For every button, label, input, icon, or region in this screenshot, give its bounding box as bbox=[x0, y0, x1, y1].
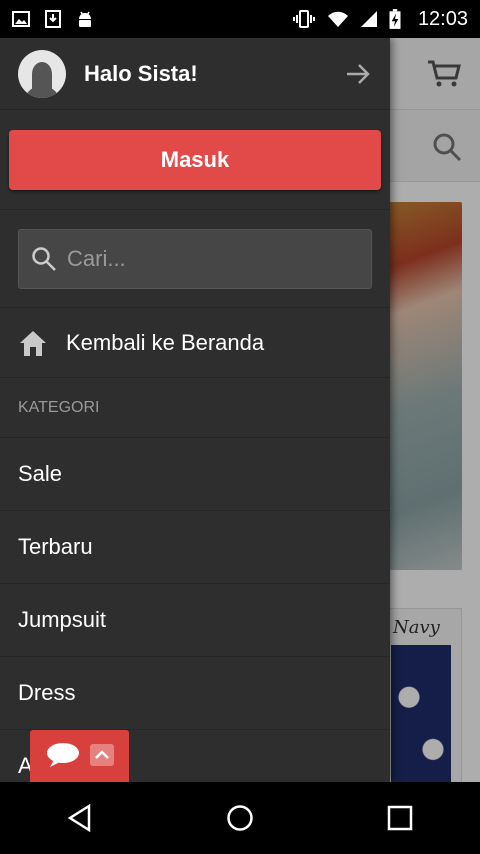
navigation-drawer: Halo Sista! Masuk Kembali ke Beranda KAT… bbox=[0, 38, 390, 782]
category-item-jumpsuit[interactable]: Jumpsuit bbox=[0, 584, 390, 657]
category-item-terbaru[interactable]: Terbaru bbox=[0, 511, 390, 584]
back-button[interactable] bbox=[56, 794, 104, 842]
user-silhouette-icon bbox=[26, 61, 58, 98]
drawer-header[interactable]: Halo Sista! bbox=[0, 38, 390, 110]
search-icon bbox=[32, 246, 56, 271]
system-navigation-bar bbox=[0, 782, 480, 854]
chat-button[interactable] bbox=[30, 730, 129, 782]
phone-screen: 12:03 Navy Halo Sista! Masuk Cari... Kem… bbox=[0, 0, 480, 854]
chevron-up-icon[interactable] bbox=[90, 744, 114, 766]
chat-bubble-icon bbox=[47, 743, 79, 767]
home-icon bbox=[20, 330, 46, 356]
android-icon bbox=[79, 11, 91, 27]
wifi-icon bbox=[327, 11, 348, 27]
login-section: Masuk bbox=[0, 110, 390, 210]
home-circle-icon bbox=[227, 805, 253, 831]
search-input[interactable] bbox=[67, 245, 347, 272]
battery-charging-icon bbox=[389, 9, 401, 29]
arrow-right-icon[interactable] bbox=[344, 60, 372, 88]
recents-square-icon bbox=[387, 805, 413, 831]
status-bar: 12:03 bbox=[0, 0, 480, 38]
login-button[interactable]: Masuk bbox=[9, 129, 381, 190]
back-triangle-icon bbox=[67, 803, 91, 833]
drawer-search-box[interactable] bbox=[18, 228, 372, 289]
drawer-search-section bbox=[0, 210, 390, 308]
category-item-dress[interactable]: Dress bbox=[0, 657, 390, 730]
category-item-sale[interactable]: Sale bbox=[0, 438, 390, 511]
signal-icon bbox=[360, 11, 377, 27]
clock: 12:03 bbox=[417, 7, 468, 30]
home-button[interactable] bbox=[216, 794, 264, 842]
home-label: Kembali ke Beranda bbox=[66, 329, 265, 355]
image-icon bbox=[12, 11, 30, 27]
category-header: KATEGORI bbox=[0, 378, 390, 438]
vibrate-icon bbox=[292, 10, 315, 28]
recents-button[interactable] bbox=[376, 794, 424, 842]
download-icon bbox=[45, 10, 61, 28]
home-menu-item[interactable]: Kembali ke Beranda bbox=[0, 308, 390, 378]
avatar bbox=[18, 49, 66, 98]
greeting-text: Halo Sista! bbox=[84, 60, 198, 86]
